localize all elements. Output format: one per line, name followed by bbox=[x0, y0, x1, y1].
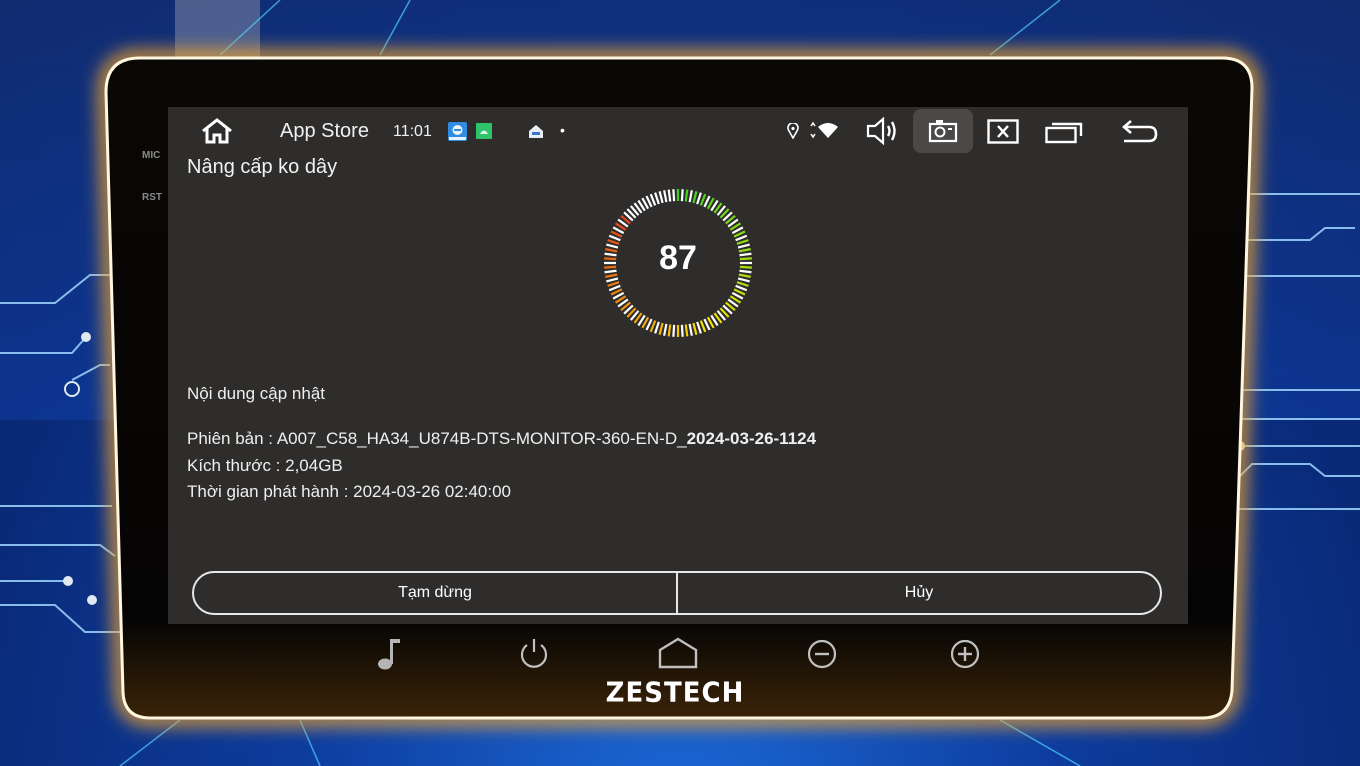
screenshot-button[interactable] bbox=[913, 109, 973, 153]
gauge-tick-filled bbox=[608, 284, 621, 292]
screenshot-icon bbox=[928, 120, 958, 143]
update-section-title: Nội dung cập nhật bbox=[187, 384, 325, 403]
gauge-tick-filled bbox=[667, 324, 672, 337]
mic-label: MIC bbox=[142, 150, 161, 161]
gauge-tick-empty bbox=[658, 191, 664, 204]
gauge-tick-filled bbox=[692, 322, 698, 335]
home-icon[interactable] bbox=[199, 117, 235, 145]
gauge-tick-filled bbox=[735, 284, 748, 292]
teamviewer-app-icon[interactable] bbox=[448, 122, 467, 141]
size-line: Kích thước : 2,04GB bbox=[187, 456, 343, 475]
volume-up-icon[interactable] bbox=[947, 636, 983, 672]
pause-button[interactable]: Tạm dừng bbox=[194, 573, 676, 613]
gauge-tick-filled bbox=[684, 189, 689, 202]
android-app-icon[interactable] bbox=[476, 123, 492, 139]
gauge-tick-filled bbox=[607, 281, 620, 287]
power-icon[interactable] bbox=[516, 636, 552, 672]
gauge-tick-filled bbox=[606, 277, 619, 283]
gauge-tick-filled bbox=[658, 322, 664, 335]
gauge-tick-filled bbox=[736, 281, 749, 287]
reset-button-label[interactable]: RST bbox=[142, 192, 162, 203]
gauge-tick-empty bbox=[667, 189, 672, 202]
gauge-tick-filled bbox=[654, 321, 660, 334]
gauge-tick-filled bbox=[663, 323, 668, 336]
action-button-group: Tạm dừng Hủy bbox=[192, 571, 1162, 615]
notification-dot: • bbox=[560, 122, 565, 138]
status-bar: App Store 11:01 • bbox=[168, 107, 1188, 155]
close-window-icon[interactable] bbox=[987, 119, 1019, 144]
gauge-tick-empty bbox=[649, 193, 657, 206]
gauge-tick-filled bbox=[672, 324, 676, 337]
gauge-tick-empty bbox=[654, 192, 660, 205]
screen: App Store 11:01 • Nâng cấp ko dây 87 Nội… bbox=[168, 107, 1188, 624]
music-icon[interactable] bbox=[372, 636, 408, 672]
gauge-tick-filled bbox=[684, 324, 689, 337]
gauge-tick-filled bbox=[737, 277, 750, 283]
gauge-tick-empty bbox=[672, 189, 676, 202]
gauge-tick-filled bbox=[688, 323, 693, 336]
gauge-tick-filled bbox=[692, 191, 698, 204]
volume-down-icon[interactable] bbox=[804, 636, 840, 672]
version-value: A007_C58_HA34_U874B-DTS-MONITOR-360-EN-D… bbox=[276, 429, 687, 448]
brand-logo: ZESTECH bbox=[605, 677, 745, 709]
gauge-tick-filled bbox=[649, 320, 657, 333]
version-line: Phiên bản : A007_C58_HA34_U874B-DTS-MONI… bbox=[187, 429, 816, 449]
page-title: Nâng cấp ko dây bbox=[187, 156, 338, 178]
gauge-tick-filled bbox=[699, 320, 707, 333]
recent-apps-icon[interactable] bbox=[1045, 120, 1083, 144]
back-icon[interactable] bbox=[1121, 119, 1159, 145]
car-app-icon[interactable] bbox=[527, 123, 545, 139]
gauge-tick-filled bbox=[696, 192, 702, 205]
location-icon bbox=[787, 123, 799, 139]
app-title: App Store bbox=[280, 120, 369, 142]
gauge-tick-filled bbox=[688, 190, 693, 203]
gauge-tick-filled bbox=[699, 193, 707, 206]
progress-value: 87 bbox=[659, 239, 697, 277]
volume-icon[interactable] bbox=[865, 116, 901, 146]
gauge-tick-empty bbox=[663, 190, 668, 203]
cancel-button[interactable]: Hủy bbox=[676, 573, 1160, 613]
version-label: Phiên bản : bbox=[187, 429, 277, 448]
release-time-line: Thời gian phát hành : 2024-03-26 02:40:0… bbox=[187, 482, 512, 501]
version-date: 2024-03-26-1124 bbox=[686, 429, 817, 448]
home-key-icon[interactable] bbox=[658, 636, 698, 672]
clock: 11:01 bbox=[393, 123, 432, 140]
gauge-tick-filled bbox=[696, 321, 702, 334]
wifi-icon bbox=[810, 122, 838, 139]
gauge-tick-filled bbox=[680, 324, 684, 337]
gauge-tick-filled bbox=[680, 189, 684, 202]
